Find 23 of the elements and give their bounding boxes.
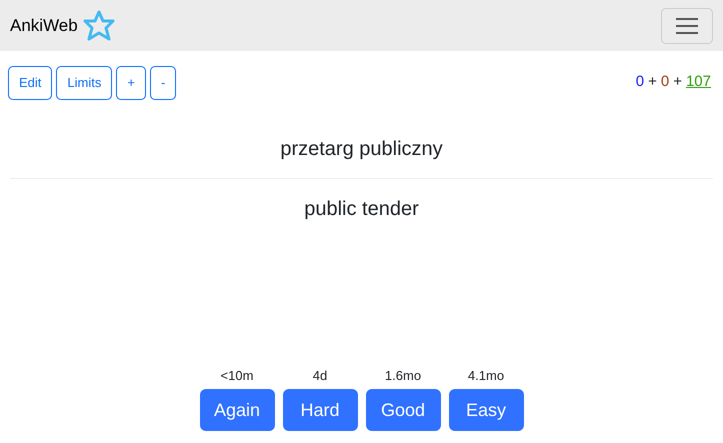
menu-button[interactable]	[661, 8, 713, 44]
interval-label: 1.6mo	[384, 366, 422, 384]
card-count: 107	[686, 72, 711, 92]
brand-name[interactable]: AnkiWeb	[10, 12, 78, 38]
answer-button[interactable]: Again	[200, 389, 274, 431]
card-count: 0	[660, 72, 670, 92]
answer-button[interactable]: Hard	[282, 389, 358, 431]
interval-label: 4d	[312, 366, 328, 384]
interval-label: <10m	[220, 366, 254, 384]
toolbar-button[interactable]: Edit	[8, 66, 52, 100]
answer-button[interactable]: Easy	[448, 389, 524, 431]
star-icon	[82, 8, 116, 42]
card-count: 0	[636, 72, 644, 92]
plus-sign: +	[673, 72, 682, 92]
plus-sign: +	[648, 72, 657, 92]
interval-label: 4.1mo	[466, 366, 506, 384]
toolbar-button[interactable]: Limits	[56, 66, 112, 100]
answer-button[interactable]: Good	[366, 389, 440, 431]
toolbar-button[interactable]: -	[150, 66, 176, 100]
answer-text: public tender	[304, 196, 419, 222]
toolbar-button[interactable]: +	[116, 66, 146, 100]
question-text: przetarg publiczny	[280, 136, 443, 162]
menu-icon	[675, 16, 699, 34]
